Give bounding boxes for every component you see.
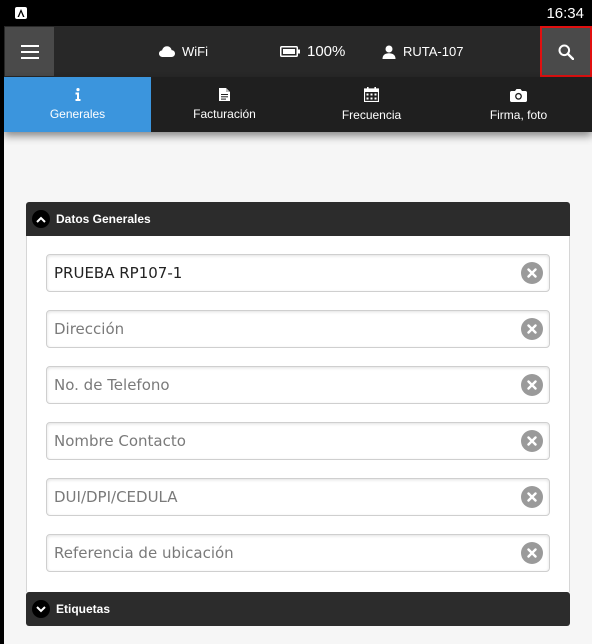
contact-name-input[interactable]	[47, 423, 507, 459]
calendar-icon	[364, 87, 379, 102]
document-icon	[219, 88, 230, 101]
etiquetas-header[interactable]: Etiquetas	[26, 592, 570, 626]
search-button[interactable]	[540, 26, 592, 77]
id-document-input[interactable]	[47, 479, 507, 515]
location-reference-input[interactable]	[47, 535, 507, 571]
wifi-status: WiFi	[159, 26, 208, 77]
status-time: 16:34	[546, 5, 584, 22]
tab-label: Facturación	[193, 107, 256, 121]
clear-icon[interactable]	[521, 542, 543, 564]
search-icon	[558, 44, 574, 60]
tab-label: Frecuencia	[341, 108, 402, 122]
cloud-icon	[159, 46, 175, 57]
address-field	[46, 310, 550, 348]
menu-button[interactable]	[5, 27, 54, 76]
clear-icon[interactable]	[521, 374, 543, 396]
app-icon	[15, 7, 27, 19]
tab-frecuencia[interactable]: Frecuencia	[298, 77, 445, 132]
clear-icon[interactable]	[521, 430, 543, 452]
panel-title: Etiquetas	[56, 602, 111, 616]
tab-bar: Generales Facturación Frecuencia Firma, …	[4, 77, 592, 132]
client-name-field	[46, 254, 550, 292]
battery-icon	[280, 46, 300, 57]
clear-icon[interactable]	[521, 262, 543, 284]
phone-input[interactable]	[47, 367, 507, 403]
route-label: RUTA-107	[403, 44, 464, 59]
wifi-label: WiFi	[182, 44, 208, 59]
top-app-bar: WiFi 100% RUTA-107	[4, 26, 592, 77]
contact-name-field	[46, 422, 550, 460]
clear-icon[interactable]	[521, 486, 543, 508]
hamburger-icon	[20, 44, 39, 59]
battery-label: 100%	[307, 43, 346, 60]
address-input[interactable]	[47, 311, 507, 347]
battery-status: 100%	[280, 26, 345, 77]
id-document-field	[46, 478, 550, 516]
datos-generales-panel	[26, 236, 570, 592]
client-name-input[interactable]	[47, 255, 507, 291]
user-icon	[382, 45, 396, 59]
status-bar: 16:34	[0, 0, 592, 26]
route-status: RUTA-107	[382, 26, 463, 77]
clear-icon[interactable]	[521, 318, 543, 340]
panel-title: Datos Generales	[56, 212, 151, 226]
info-icon	[75, 88, 80, 101]
tab-label: Firma, foto	[489, 107, 548, 122]
tab-facturacion[interactable]: Facturación	[151, 77, 298, 132]
location-reference-field	[46, 534, 550, 572]
chevron-down-icon	[32, 600, 50, 618]
content-area: Datos Generales PRUEBA RP107-1 Dirección…	[4, 132, 592, 644]
tab-generales[interactable]: Generales	[4, 77, 151, 132]
tab-firma-foto[interactable]: Firma, foto	[445, 77, 592, 132]
camera-icon	[510, 88, 527, 102]
datos-generales-header[interactable]: Datos Generales	[26, 202, 570, 236]
tab-label: Generales	[49, 107, 106, 121]
chevron-up-icon	[32, 210, 50, 228]
phone-field	[46, 366, 550, 404]
